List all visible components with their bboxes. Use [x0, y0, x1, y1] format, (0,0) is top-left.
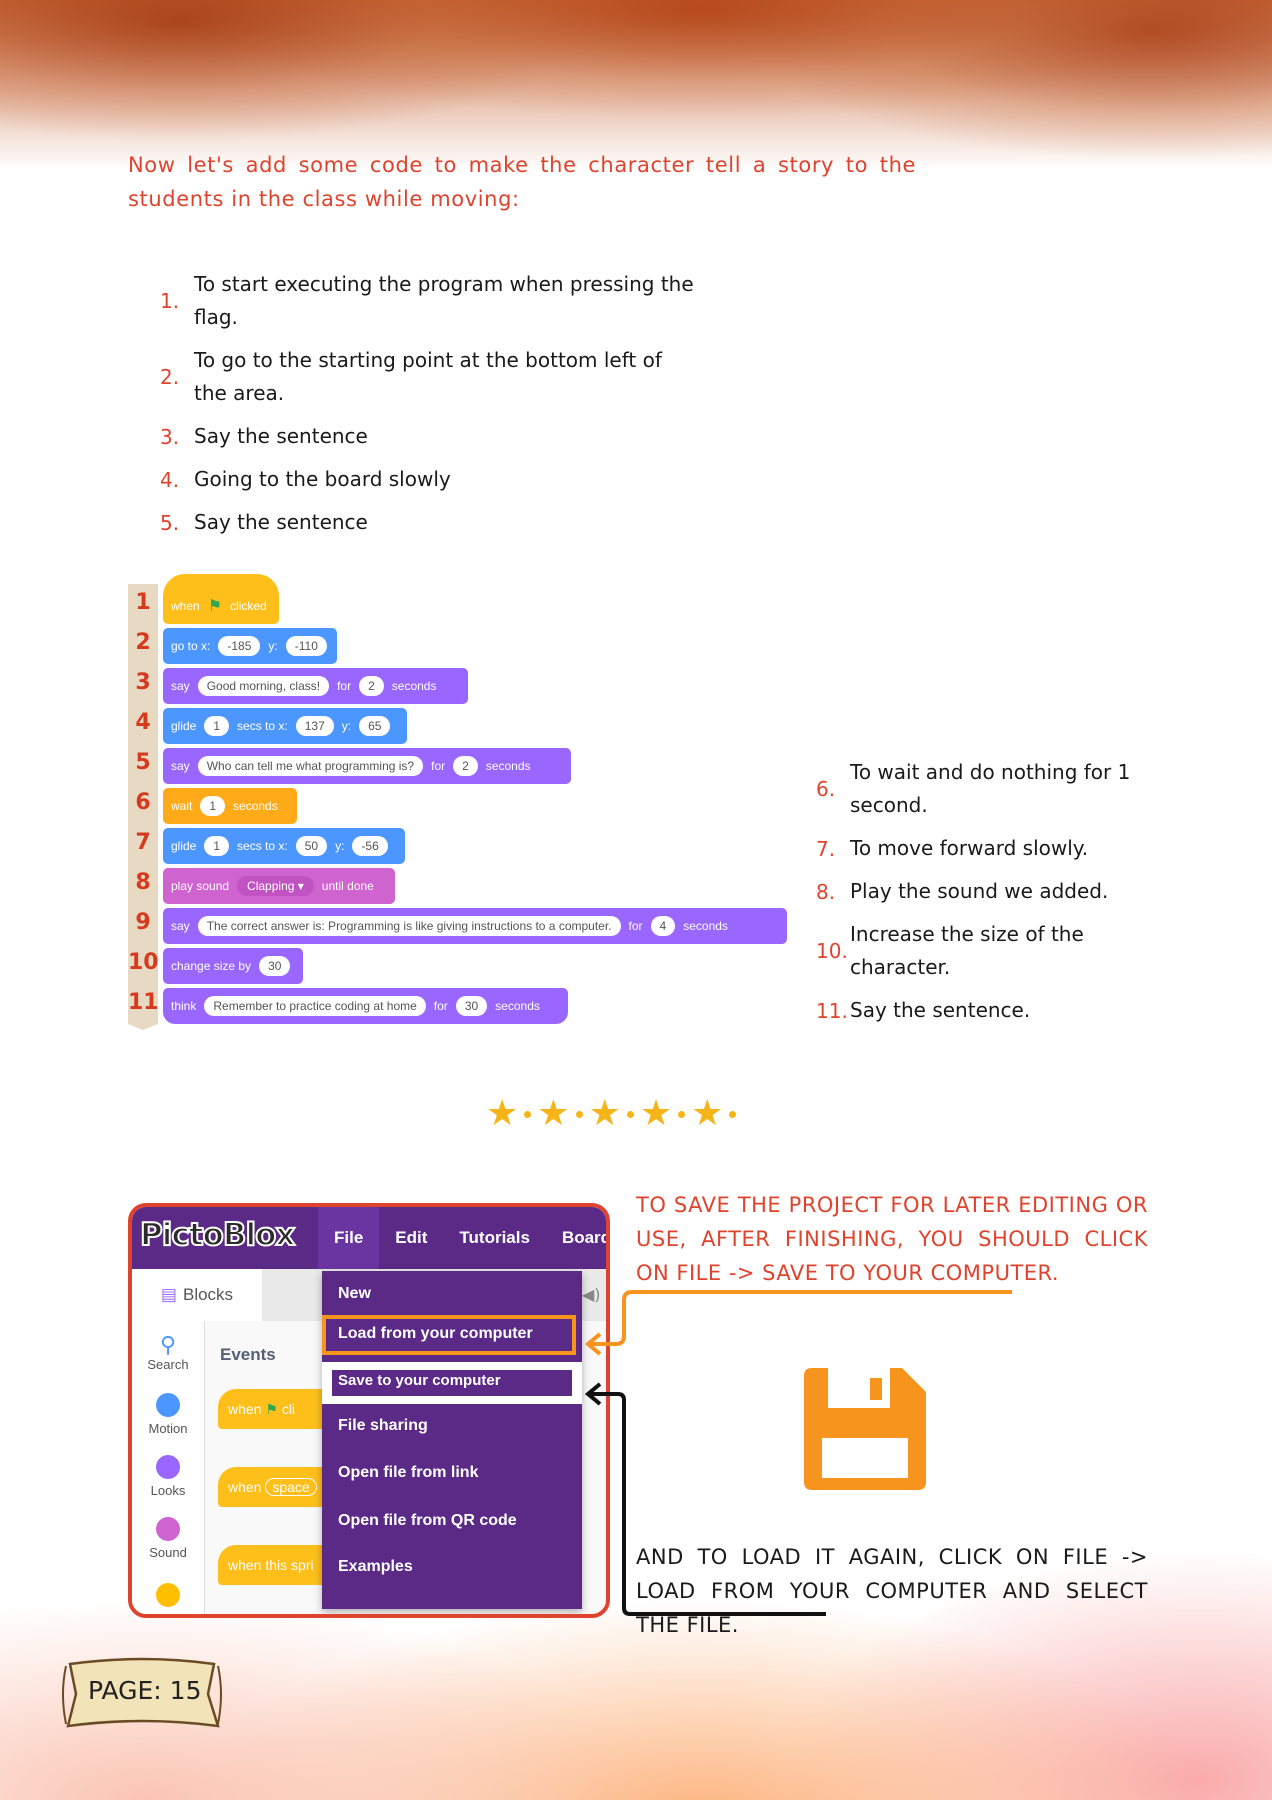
save-instruction: TO SAVE THE PROJECT FOR LATER EDITING OR…	[636, 1193, 1148, 1285]
load-instruction: AND TO LOAD IT AGAIN, CLICK ON FILE -> L…	[636, 1545, 1148, 1637]
floppy-disk-icon	[804, 1368, 926, 1490]
callout-arrows	[584, 1290, 1012, 1616]
page-number: PAGE: 15	[88, 1676, 202, 1705]
